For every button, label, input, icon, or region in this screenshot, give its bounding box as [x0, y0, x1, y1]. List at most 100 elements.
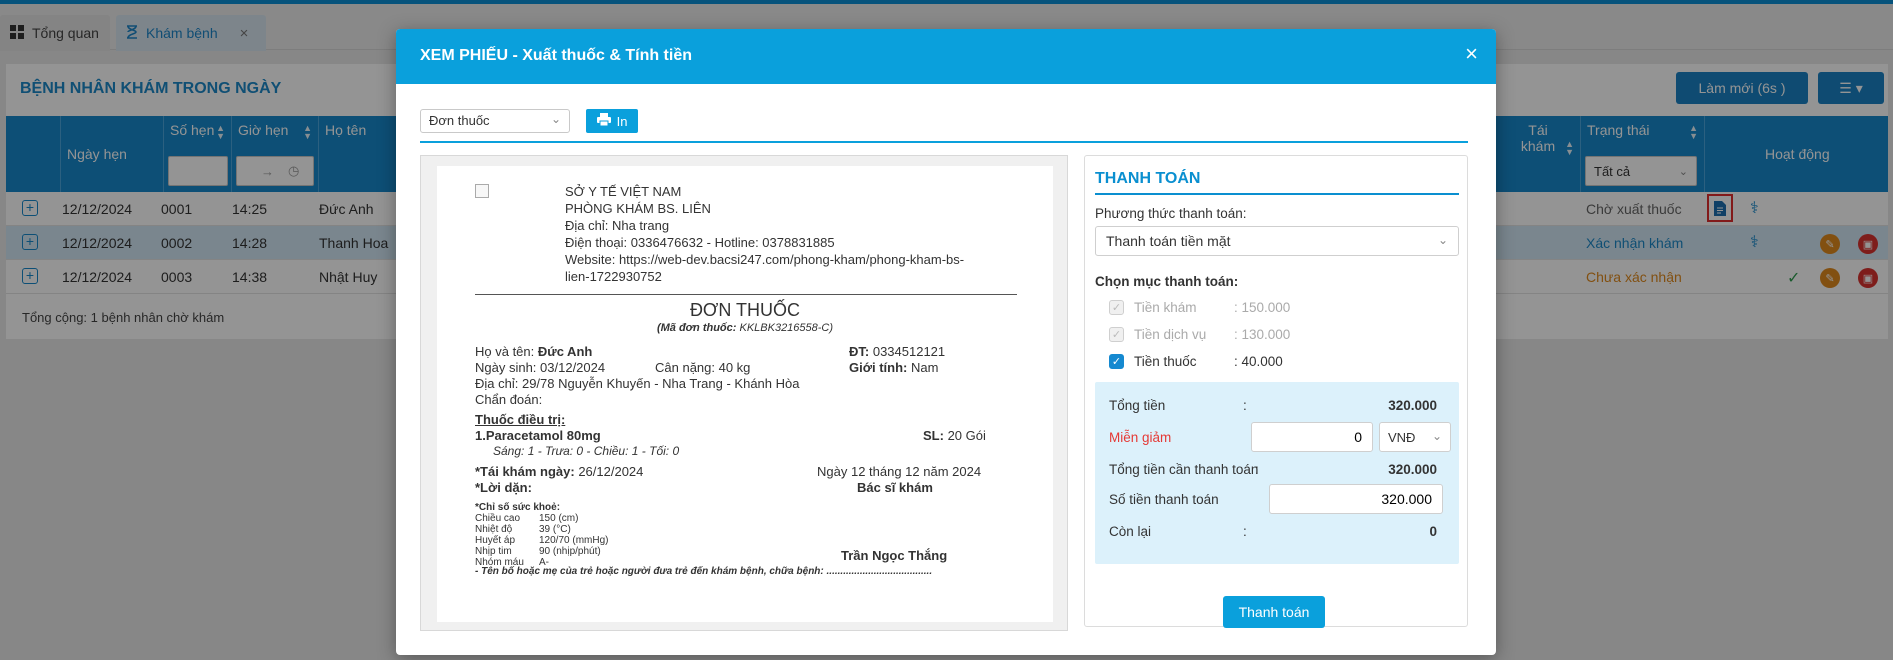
payment-title: THANH TOÁN: [1095, 170, 1201, 187]
patient-name-label: Họ và tên:: [475, 344, 535, 359]
document-code-value: KKLBK3216558-C): [739, 322, 834, 334]
drug-quantity-line: SL: 20 Gói: [923, 428, 986, 443]
document-type-value: Đơn thuốc: [429, 113, 490, 128]
vital-value: 150 (cm): [539, 513, 579, 524]
toolbar-divider: [420, 141, 1468, 143]
revisit-line: *Tái khám ngày: 26/12/2024: [475, 464, 643, 479]
guardian-note: - Tên bố hoặc mẹ của trẻ hoặc người đưa …: [475, 566, 933, 577]
pay-button[interactable]: Thanh toán: [1223, 596, 1325, 628]
chevron-down-icon: ⌄: [1431, 429, 1442, 443]
separator: :: [1243, 524, 1247, 539]
vital-value: 120/70 (mmHg): [539, 535, 609, 546]
payment-method-label: Phương thức thanh toán:: [1095, 206, 1247, 221]
item-name: Tiền dịch vụ: [1134, 326, 1207, 342]
item-amount: : 150.000: [1234, 299, 1291, 315]
currency-value: VNĐ: [1388, 430, 1416, 445]
clinic-phone: Điện thoại: 0336476632 - Hotline: 037883…: [565, 235, 835, 250]
separator: :: [1255, 462, 1259, 477]
modal-header: XEM PHIẾU - Xuất thuốc & Tính tiền ×: [396, 29, 1496, 84]
close-icon[interactable]: ×: [1465, 43, 1478, 65]
payment-items-label: Chọn mục thanh toán:: [1095, 274, 1239, 289]
document-code-label: (Mã đơn thuốc:: [656, 322, 737, 334]
checkbox-exam: ✓: [1109, 299, 1124, 315]
payment-title-underline: [1095, 193, 1459, 195]
clinic-address: Địa chỉ: Nha trang: [565, 218, 670, 233]
vital-key: Chiều cao: [475, 513, 521, 524]
receipt-modal: XEM PHIẾU - Xuất thuốc & Tính tiền × Đơn…: [396, 29, 1496, 655]
modal-title: XEM PHIẾU - Xuất thuốc & Tính tiền: [420, 47, 692, 64]
doctor-name: Trần Ngọc Thắng: [841, 548, 948, 563]
due-label: Tổng tiền cần thanh toán: [1109, 462, 1259, 477]
paid-amount-input[interactable]: [1269, 484, 1443, 514]
revisit-label: *Tái khám ngày:: [475, 464, 575, 479]
remaining-value: 0: [1429, 524, 1437, 539]
patient-phone-label: ĐT:: [849, 344, 870, 359]
document-type-select[interactable]: Đơn thuốc ⌄: [420, 109, 570, 133]
patient-dob: Ngày sinh: 03/12/2024: [475, 360, 606, 375]
payment-item-medicine[interactable]: ✓ Tiền thuốc : 40.000: [1109, 351, 1283, 371]
header-divider: [475, 294, 1017, 295]
clinic-website-cont: lien-1722930752: [565, 269, 662, 284]
drug-quantity-label: SL:: [923, 428, 944, 443]
receipt-paper: SỞ Y TẾ VIỆT NAM PHÒNG KHÁM BS. LIÊN Địa…: [437, 166, 1053, 622]
clinic-website: Website: https://web-dev.bacsi247.com/ph…: [565, 252, 965, 267]
patient-name: Đức Anh: [537, 344, 593, 359]
item-name: Tiền khám: [1134, 299, 1197, 315]
item-amount: : 130.000: [1234, 326, 1291, 342]
due-row: Tổng tiền cần thanh toán : 320.000: [1109, 462, 1449, 477]
payment-summary: Tổng tiền : 320.000 Miễn giảm VNĐ ⌄ Tổng…: [1095, 382, 1459, 564]
remaining-row: Còn lại : 0: [1109, 524, 1449, 539]
discount-input[interactable]: [1251, 422, 1373, 452]
patient-gender-label: Giới tính:: [849, 360, 908, 375]
chevron-down-icon: ⌄: [1437, 233, 1448, 247]
print-button[interactable]: In: [586, 109, 638, 133]
chevron-down-icon: ⌄: [550, 112, 561, 126]
clinic-name: PHÒNG KHÁM BS. LIÊN: [565, 201, 711, 216]
clinic-logo-image: [475, 184, 489, 198]
payment-item-exam: ✓ Tiền khám : 150.000: [1109, 297, 1290, 317]
payment-item-service: ✓ Tiền dịch vụ : 130.000: [1109, 324, 1290, 344]
payment-method-select[interactable]: Thanh toán tiền mặt ⌄: [1095, 226, 1459, 256]
checkbox-medicine[interactable]: ✓: [1109, 353, 1124, 369]
patient-address: Địa chỉ: 29/78 Nguyễn Khuyến - Nha Trang…: [475, 376, 800, 391]
vital-value: 90 (nhịp/phút): [539, 546, 601, 557]
drug-quantity: 20 Gói: [947, 428, 986, 443]
patient-gender-line: Giới tính: Nam: [849, 360, 938, 375]
vital-key: Huyết áp: [475, 535, 516, 546]
item-amount: : 40.000: [1234, 353, 1283, 369]
treatment-label: Thuốc điều trị:: [475, 412, 566, 427]
item-name: Tiền thuốc: [1134, 353, 1197, 369]
payment-method-value: Thanh toán tiền mặt: [1106, 233, 1231, 249]
diagnosis: Chẩn đoán:: [475, 392, 543, 407]
vital-key: Nhịp tim: [475, 546, 512, 557]
checkbox-service: ✓: [1109, 326, 1124, 342]
org-name: SỞ Y TẾ VIỆT NAM: [565, 184, 682, 199]
total-label: Tổng tiền: [1109, 398, 1166, 413]
drug-dosage: Sáng: 1 - Trưa: 0 - Chiều: 1 - Tối: 0: [493, 444, 680, 458]
total-row: Tổng tiền : 320.000: [1109, 398, 1449, 413]
printer-icon: [596, 113, 611, 129]
due-value: 320.000: [1388, 462, 1437, 477]
revisit-date: 26/12/2024: [578, 464, 644, 479]
patient-phone-line: ĐT: 0334512121: [849, 344, 945, 359]
vital-key: Nhiệt độ: [475, 524, 513, 535]
document-code: (Mã đơn thuốc: KKLBK3216558-C): [437, 322, 1053, 334]
payment-panel: THANH TOÁN Phương thức thanh toán: Thanh…: [1084, 155, 1468, 628]
patient-phone: 0334512121: [872, 344, 946, 359]
drug-name: 1.Paracetamol 80mg: [475, 428, 601, 443]
issue-date: Ngày 12 tháng 12 năm 2024: [817, 464, 982, 479]
currency-select[interactable]: VNĐ ⌄: [1379, 422, 1451, 452]
separator: :: [1243, 398, 1247, 413]
receipt-preview[interactable]: SỞ Y TẾ VIỆT NAM PHÒNG KHÁM BS. LIÊN Địa…: [420, 155, 1068, 631]
doctor-label: Bác sĩ khám: [857, 480, 933, 495]
print-label: In: [616, 113, 628, 129]
document-title: ĐƠN THUỐC: [689, 300, 801, 320]
advice-label: *Lời dặn:: [475, 480, 532, 495]
remaining-label: Còn lại: [1109, 524, 1152, 539]
total-value: 320.000: [1388, 398, 1437, 413]
patient-gender: Nam: [910, 360, 939, 375]
patient-name-line: Họ và tên: Đức Anh: [475, 344, 592, 359]
vital-value: 39 (°C): [539, 524, 571, 535]
vitals-title: *Chỉ số sức khoẻ:: [475, 502, 561, 513]
patient-weight: Cân nặng: 40 kg: [655, 360, 751, 375]
